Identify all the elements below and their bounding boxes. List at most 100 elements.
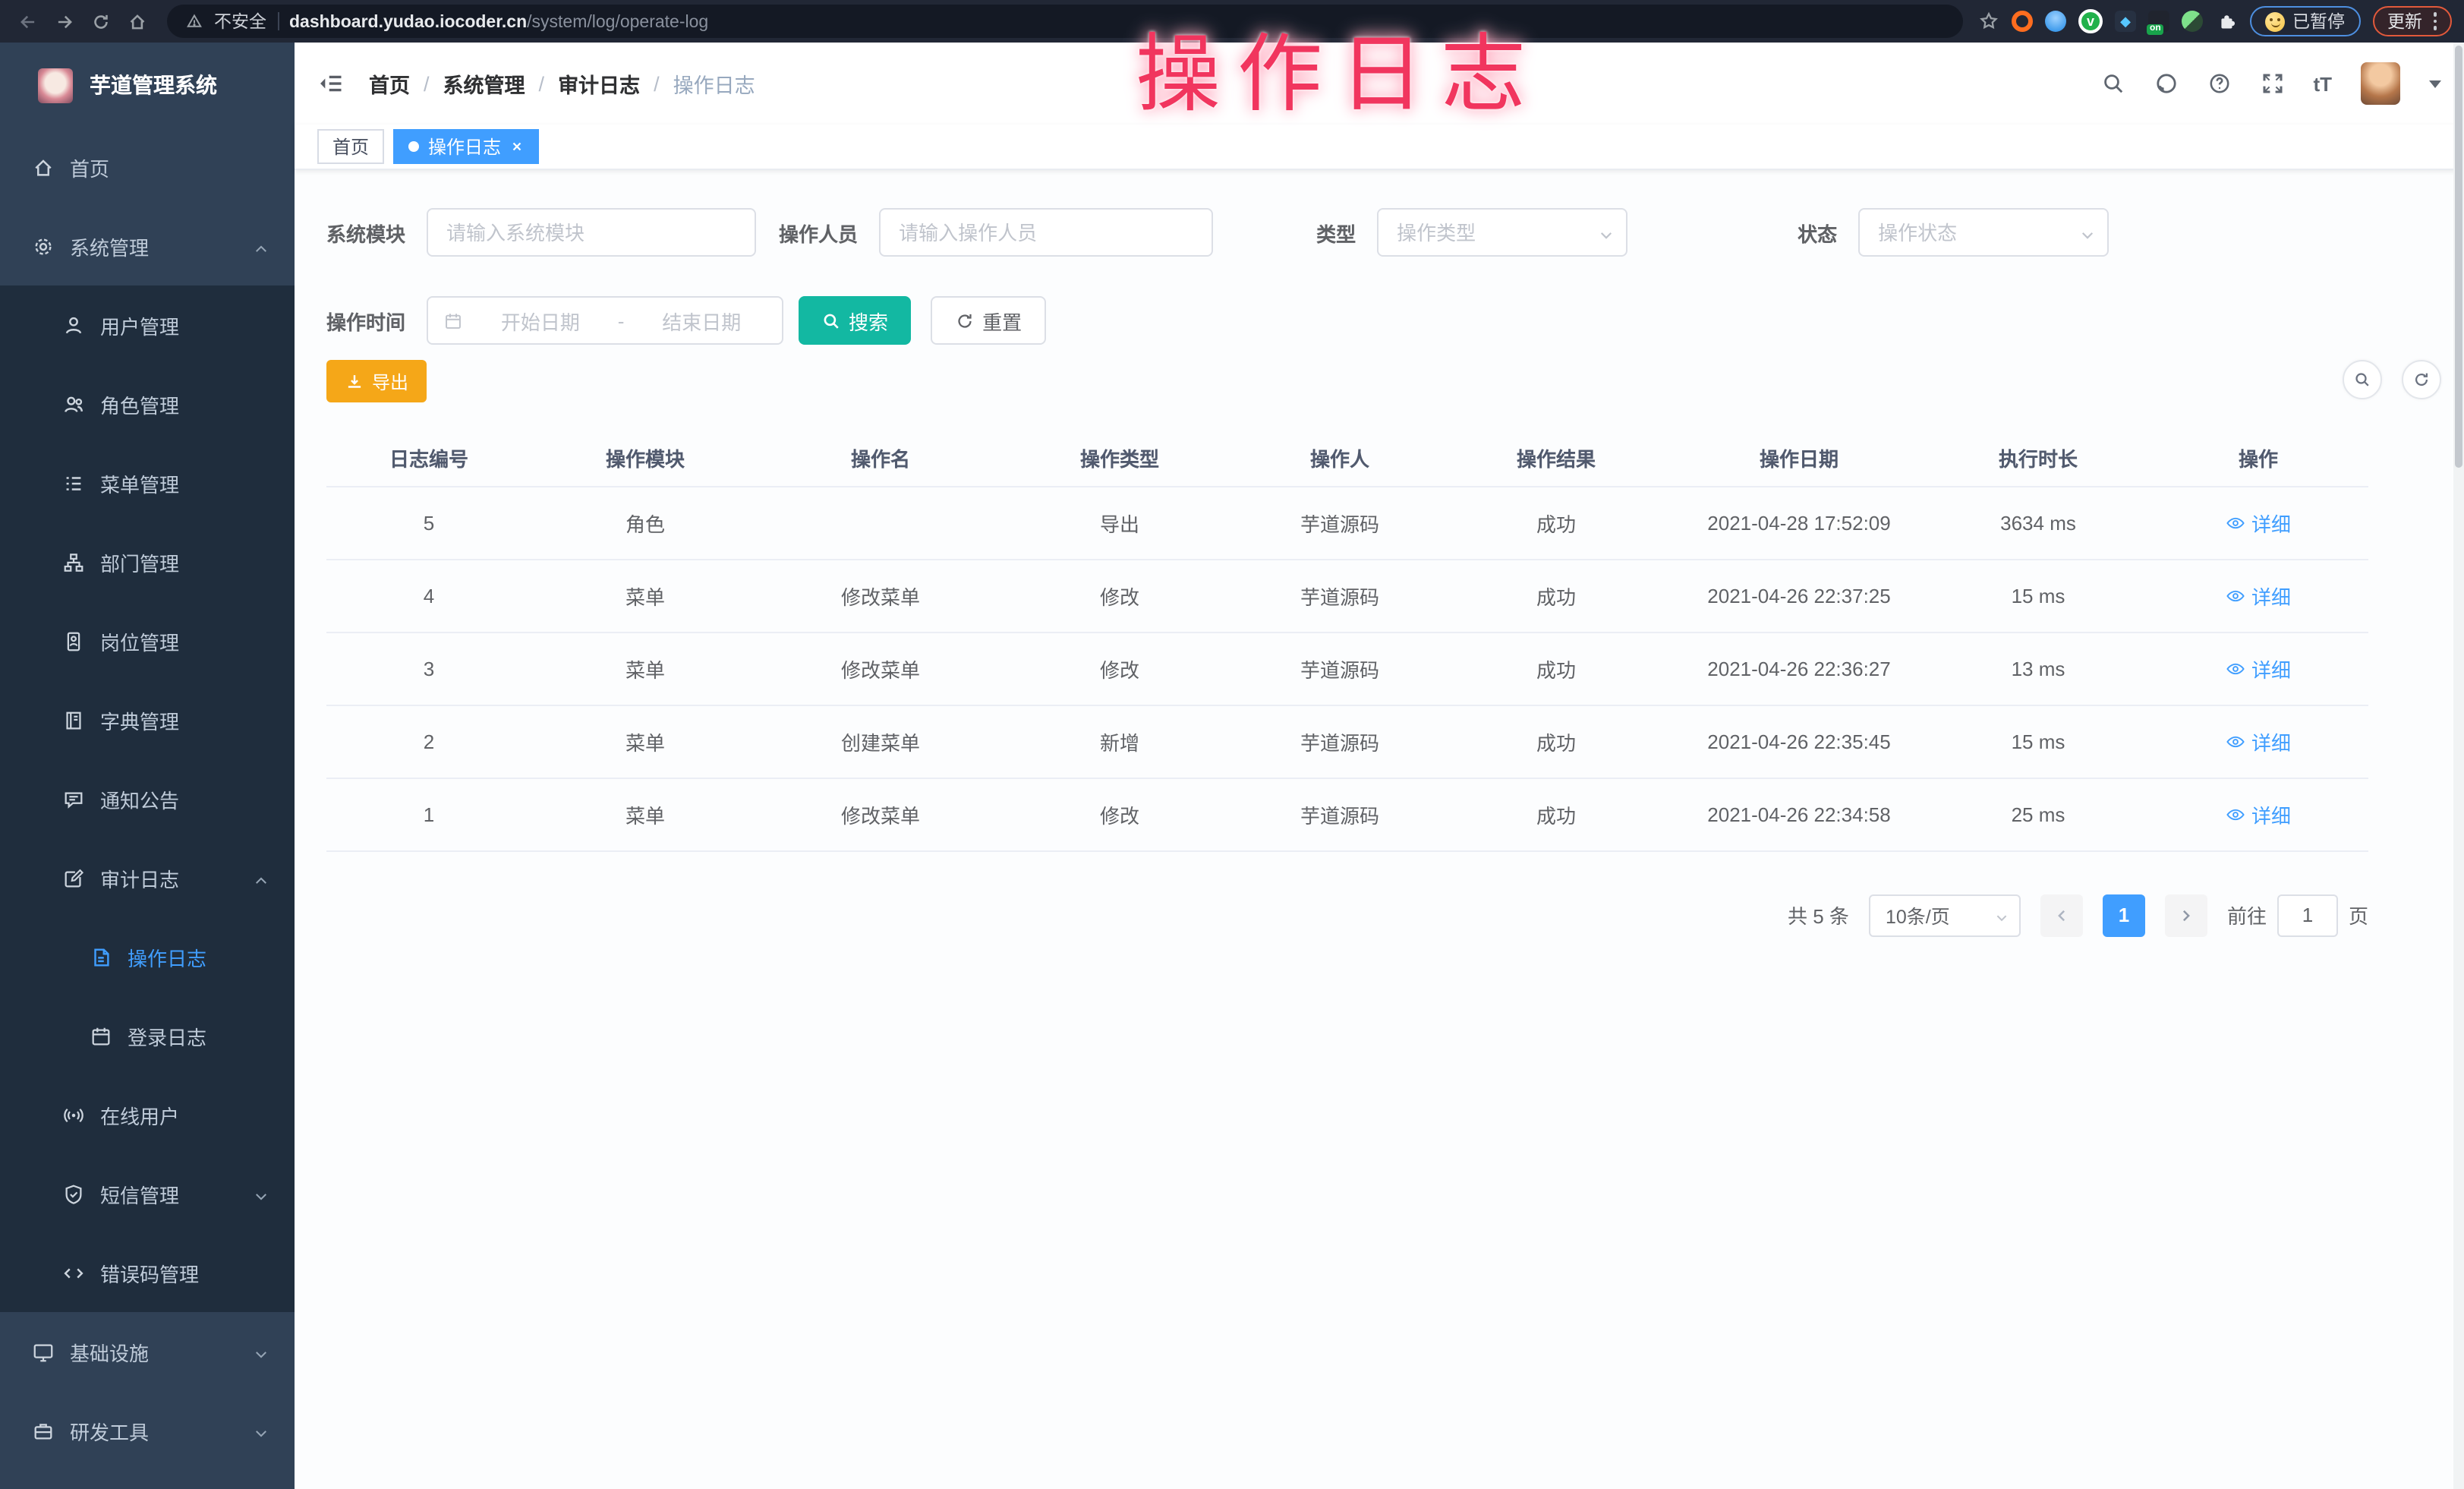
browser-home-button[interactable]: [121, 6, 152, 36]
browser-menu-icon[interactable]: [2433, 13, 2437, 30]
table-row: 3 菜单 修改菜单 修改 芋道源码 成功 2021-04-26 22:36:27…: [326, 632, 2368, 705]
address-divider: [277, 12, 279, 30]
fullscreen-icon[interactable]: [2260, 71, 2284, 96]
app-window: 芋道管理系统 首页 系统管理 用户管理 角色管理: [0, 43, 2464, 1489]
download-icon: [345, 371, 364, 391]
type-label: 类型: [1316, 218, 1356, 247]
extension-icon-v[interactable]: v: [2078, 9, 2103, 33]
detail-link[interactable]: 详细: [2226, 581, 2291, 610]
eye-icon: [2226, 513, 2245, 532]
sidebar-logo[interactable]: 芋道管理系统: [0, 43, 295, 128]
search-icon: [2353, 371, 2371, 389]
sidebar-item-role-mgmt[interactable]: 角色管理: [0, 364, 295, 443]
breadcrumb-system[interactable]: 系统管理: [443, 68, 525, 99]
sidebar-item-dev-tools[interactable]: 研发工具: [0, 1391, 295, 1470]
breadcrumb-home[interactable]: 首页: [369, 68, 410, 99]
profile-paused-chip[interactable]: 已暂停: [2250, 6, 2360, 36]
extension-icon-switch[interactable]: on: [2148, 11, 2169, 32]
navbar-actions: tT: [2100, 62, 2441, 105]
extension-icon-orange[interactable]: [2012, 11, 2033, 32]
search-button[interactable]: 搜索: [799, 296, 911, 345]
address-bar[interactable]: 不安全 dashboard.yudao.iocoder.cn/system/lo…: [167, 5, 1963, 38]
sidebar-item-post-mgmt[interactable]: 岗位管理: [0, 601, 295, 680]
chevron-up-icon: [254, 870, 269, 885]
goto-page-input[interactable]: [2277, 894, 2338, 936]
avatar[interactable]: [2361, 62, 2400, 105]
next-page-button[interactable]: [2165, 894, 2207, 936]
sidebar-item-home[interactable]: 首页: [0, 128, 295, 207]
sidebar-item-notice[interactable]: 通知公告: [0, 759, 295, 838]
scrollbar-thumb[interactable]: [2455, 46, 2462, 468]
collapse-sidebar-icon[interactable]: [317, 70, 345, 97]
badge-icon: [62, 629, 85, 652]
type-select-input[interactable]: [1377, 208, 1627, 257]
detail-link[interactable]: 详细: [2226, 508, 2291, 537]
bookmark-star-icon[interactable]: [1978, 11, 1999, 32]
briefcase-icon: [32, 1419, 55, 1442]
col-date: 操作日期: [1670, 431, 1928, 486]
tag-home[interactable]: 首页: [317, 129, 384, 164]
current-page-button[interactable]: 1: [2103, 894, 2145, 936]
reload-icon: [90, 11, 110, 31]
sidebar-item-dept-mgmt[interactable]: 部门管理: [0, 522, 295, 601]
col-log-id: 日志编号: [326, 431, 531, 486]
operate-log-table: 日志编号 操作模块 操作名 操作类型 操作人 操作结果 操作日期 执行时长 操作: [326, 431, 2368, 851]
github-icon[interactable]: [2154, 71, 2178, 96]
browser-back-button[interactable]: [12, 6, 43, 36]
date-range-picker[interactable]: 开始日期 - 结束日期: [427, 296, 783, 345]
goto-page: 前往 页: [2227, 894, 2368, 936]
breadcrumb-separator: /: [539, 72, 545, 95]
roles-icon: [62, 393, 85, 415]
breadcrumb-audit[interactable]: 审计日志: [558, 68, 640, 99]
reset-button[interactable]: 重置: [931, 296, 1046, 345]
sidebar-item-login-log[interactable]: 登录日志: [0, 996, 295, 1075]
search-icon[interactable]: [2100, 71, 2125, 96]
detail-link[interactable]: 详细: [2226, 800, 2291, 828]
type-select[interactable]: [1377, 208, 1627, 257]
sidebar-item-system-mgmt[interactable]: 系统管理: [0, 207, 295, 285]
shield-icon: [62, 1182, 85, 1205]
module-input[interactable]: [427, 208, 756, 257]
operator-input[interactable]: [879, 208, 1213, 257]
detail-link[interactable]: 详细: [2226, 654, 2291, 683]
export-button[interactable]: 导出: [326, 360, 427, 402]
sidebar-item-operate-log[interactable]: 操作日志: [0, 917, 295, 996]
puzzle-extensions-icon[interactable]: [2215, 10, 2238, 33]
tag-operate-log[interactable]: 操作日志: [393, 129, 539, 164]
status-select[interactable]: [1858, 208, 2109, 257]
sidebar-item-dict-mgmt[interactable]: 字典管理: [0, 680, 295, 759]
prev-page-button[interactable]: [2040, 894, 2083, 936]
avatar-caret-icon[interactable]: [2429, 80, 2441, 87]
col-name: 操作名: [759, 431, 1002, 486]
sidebar-item-sms-mgmt[interactable]: 短信管理: [0, 1154, 295, 1233]
extension-icon-diamond[interactable]: ◆: [2115, 11, 2136, 32]
chrome-update-chip[interactable]: 更新: [2372, 6, 2452, 36]
extension-icon-pin[interactable]: [2045, 11, 2066, 32]
chevron-down-icon: [254, 1344, 269, 1359]
detail-link[interactable]: 详细: [2226, 727, 2291, 756]
font-size-icon[interactable]: tT: [2313, 72, 2332, 95]
chevron-right-icon: [2179, 907, 2194, 923]
page-size-select[interactable]: 10条/页: [1869, 894, 2021, 936]
breadcrumb: 首页 / 系统管理 / 审计日志 / 操作日志: [369, 68, 755, 99]
browser-reload-button[interactable]: [85, 6, 115, 36]
operator-label: 操作人员: [779, 218, 858, 247]
extension-icon-green[interactable]: [2182, 11, 2203, 32]
sidebar-item-errorcode-mgmt[interactable]: 错误码管理: [0, 1233, 295, 1312]
home-icon: [127, 11, 147, 31]
toggle-search-button[interactable]: [2343, 360, 2382, 399]
help-icon[interactable]: [2207, 71, 2231, 96]
sidebar-item-menu-mgmt[interactable]: 菜单管理: [0, 443, 295, 522]
status-select-input[interactable]: [1858, 208, 2109, 257]
sidebar-item-infrastructure[interactable]: 基础设施: [0, 1312, 295, 1391]
close-icon[interactable]: [510, 140, 524, 153]
browser-toolbar: 不安全 dashboard.yudao.iocoder.cn/system/lo…: [0, 0, 2464, 43]
sidebar-item-user-mgmt[interactable]: 用户管理: [0, 285, 295, 364]
sidebar-item-online-users[interactable]: 在线用户: [0, 1075, 295, 1154]
refresh-table-button[interactable]: [2402, 360, 2441, 399]
filter-row-1: 系统模块 操作人员 类型 状态: [326, 208, 2464, 257]
main-area: 首页 / 系统管理 / 审计日志 / 操作日志 tT: [295, 43, 2464, 1489]
sidebar-item-audit-log[interactable]: 审计日志: [0, 838, 295, 917]
browser-forward-button[interactable]: [49, 6, 79, 36]
breadcrumb-current: 操作日志: [673, 68, 755, 99]
